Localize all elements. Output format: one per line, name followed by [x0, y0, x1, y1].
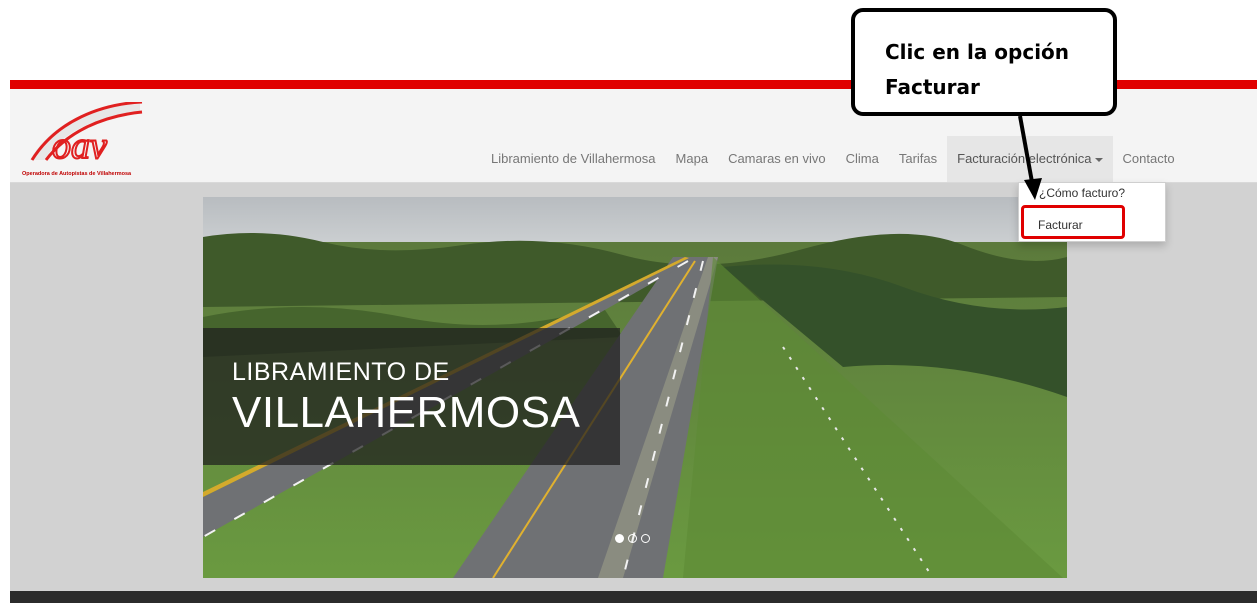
svg-text:oav: oav: [52, 125, 107, 167]
caret-down-icon: [1094, 157, 1103, 162]
carousel-dot-1[interactable]: [615, 534, 624, 543]
hero-carousel[interactable]: LIBRAMIENTO DE VILLAHERMOSA: [203, 197, 1067, 578]
hero-caption-line1: LIBRAMIENTO DE: [232, 358, 450, 386]
facturar-highlight-box: [1021, 205, 1125, 239]
carousel-dot-2[interactable]: [628, 534, 637, 543]
callout-line2: Facturar: [885, 75, 980, 99]
footer-bar: [10, 591, 1257, 603]
oav-logo-icon: oav Operadora de Autopistas de Villaherm…: [22, 102, 143, 177]
carousel-indicators: [615, 534, 650, 543]
hero-caption-line2: VILLAHERMOSA: [232, 388, 581, 437]
nav-item-camaras[interactable]: Camaras en vivo: [718, 136, 836, 182]
callout-line1: Clic en la opción: [885, 40, 1070, 64]
main-nav: Libramiento de Villahermosa Mapa Camaras…: [481, 136, 1185, 182]
carousel-dot-3[interactable]: [641, 534, 650, 543]
menu-item-como-facturo[interactable]: ¿Cómo facturo?: [1039, 186, 1125, 200]
svg-text:Operadora de Autopistas de Vil: Operadora de Autopistas de Villahermosa: [22, 171, 132, 177]
nav-item-facturacion-label: Facturación electrónica: [957, 151, 1092, 166]
nav-item-facturacion[interactable]: Facturación electrónica: [947, 136, 1113, 182]
hero-caption: LIBRAMIENTO DE VILLAHERMOSA: [203, 328, 620, 465]
nav-item-libramiento[interactable]: Libramiento de Villahermosa: [481, 136, 666, 182]
nav-item-contacto[interactable]: Contacto: [1113, 136, 1185, 182]
nav-item-clima[interactable]: Clima: [836, 136, 889, 182]
nav-item-mapa[interactable]: Mapa: [666, 136, 719, 182]
instruction-callout: Clic en la opción Facturar: [851, 8, 1117, 116]
nav-item-tarifas[interactable]: Tarifas: [889, 136, 947, 182]
